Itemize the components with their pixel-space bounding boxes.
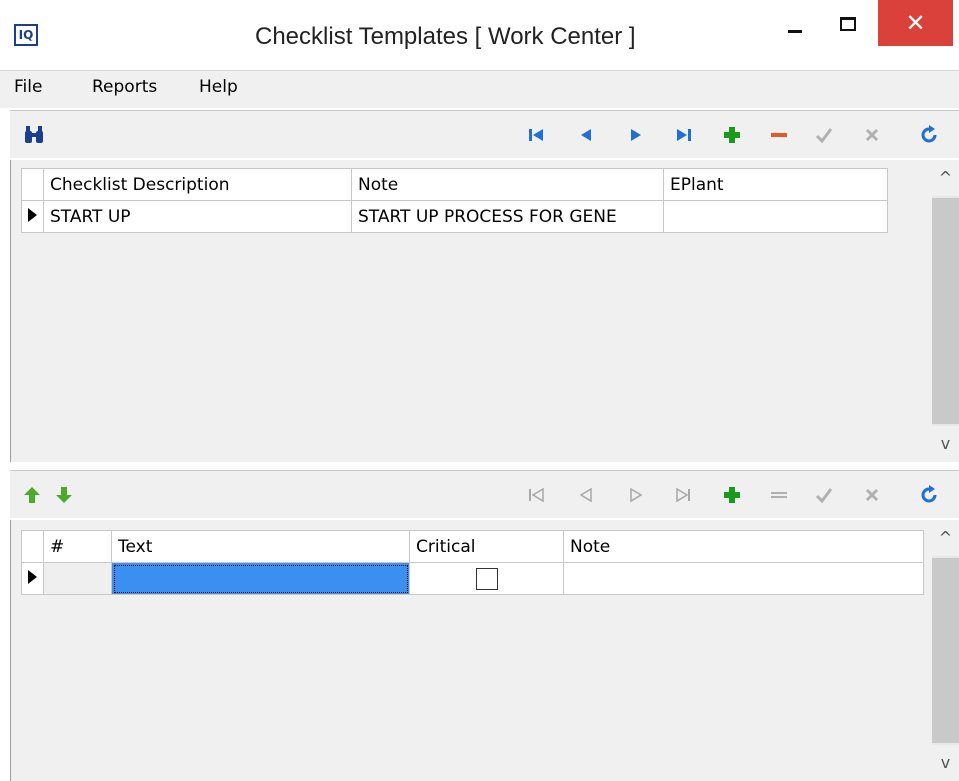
scroll-down-icon[interactable]: v xyxy=(932,745,959,781)
col-header-note[interactable]: Note xyxy=(563,530,924,563)
menu-reports[interactable]: Reports xyxy=(92,77,157,97)
refresh-icon[interactable] xyxy=(915,121,943,149)
last-record-icon xyxy=(670,481,698,509)
refresh-icon[interactable] xyxy=(915,481,943,509)
window-title: Checklist Templates [ Work Center ] xyxy=(255,23,636,50)
delete-icon xyxy=(765,481,793,509)
detail-grid-pane: # Text Critical Note ^ v xyxy=(10,520,959,781)
checklist-toolbar xyxy=(10,110,959,158)
cell-text-selected[interactable] xyxy=(111,562,410,595)
table-row[interactable] xyxy=(21,562,924,595)
col-header-description[interactable]: Checklist Description xyxy=(43,168,352,201)
current-row-indicator xyxy=(21,200,44,233)
critical-checkbox[interactable] xyxy=(475,567,498,590)
insert-icon[interactable] xyxy=(718,481,746,509)
cancel-icon xyxy=(858,121,886,149)
scroll-track[interactable] xyxy=(932,558,959,743)
title-bar: IQ Checklist Templates [ Work Center ] ✕ xyxy=(0,0,959,70)
col-header-critical[interactable]: Critical xyxy=(409,530,564,563)
col-header-text[interactable]: Text xyxy=(111,530,410,563)
post-icon xyxy=(810,121,838,149)
close-button[interactable]: ✕ xyxy=(878,0,953,46)
grid-header-row: # Text Critical Note xyxy=(21,530,924,563)
minimize-icon[interactable] xyxy=(788,30,802,33)
cell-number xyxy=(43,562,112,595)
menu-file[interactable]: File xyxy=(14,77,42,97)
grid-header-row: Checklist Description Note EPlant xyxy=(21,168,888,201)
cell-critical[interactable] xyxy=(409,562,564,595)
binoculars-icon[interactable] xyxy=(20,121,48,149)
move-up-icon[interactable] xyxy=(18,481,46,509)
scroll-track[interactable] xyxy=(932,198,959,424)
app-logo-icon: IQ xyxy=(14,24,38,46)
row-pointer-icon xyxy=(28,207,37,222)
current-row-indicator xyxy=(21,562,44,595)
next-record-icon[interactable] xyxy=(622,121,650,149)
prior-record-icon xyxy=(572,481,600,509)
delete-icon[interactable] xyxy=(765,121,793,149)
detail-grid: # Text Critical Note xyxy=(21,530,924,595)
table-row[interactable]: START UP START UP PROCESS FOR GENE xyxy=(21,200,888,233)
last-record-icon[interactable] xyxy=(670,121,698,149)
first-record-icon xyxy=(522,481,550,509)
scroll-down-icon[interactable]: v xyxy=(932,426,959,462)
row-indicator-header xyxy=(21,168,44,201)
scroll-up-icon[interactable]: ^ xyxy=(932,520,959,556)
col-header-eplant[interactable]: EPlant xyxy=(663,168,888,201)
checklist-vertical-scrollbar[interactable]: ^ v xyxy=(932,160,959,462)
prior-record-icon[interactable] xyxy=(572,121,600,149)
detail-toolbar xyxy=(10,470,959,518)
maximize-icon[interactable] xyxy=(840,17,856,31)
checklist-grid: Checklist Description Note EPlant START … xyxy=(21,168,888,233)
menu-help[interactable]: Help xyxy=(199,77,238,97)
cell-eplant[interactable] xyxy=(663,200,888,233)
row-indicator-header xyxy=(21,530,44,563)
menu-bar: File Reports Help xyxy=(0,70,959,108)
close-icon: ✕ xyxy=(905,9,926,37)
insert-icon[interactable] xyxy=(718,121,746,149)
col-header-note[interactable]: Note xyxy=(351,168,664,201)
cell-note[interactable]: START UP PROCESS FOR GENE xyxy=(351,200,664,233)
post-icon xyxy=(810,481,838,509)
row-pointer-icon xyxy=(28,569,37,584)
cancel-icon xyxy=(858,481,886,509)
first-record-icon[interactable] xyxy=(522,121,550,149)
move-down-icon[interactable] xyxy=(50,481,78,509)
cell-note[interactable] xyxy=(563,562,924,595)
cell-description[interactable]: START UP xyxy=(43,200,352,233)
scroll-up-icon[interactable]: ^ xyxy=(932,160,959,196)
checklist-grid-pane: Checklist Description Note EPlant START … xyxy=(10,160,959,462)
col-header-number[interactable]: # xyxy=(43,530,112,563)
next-record-icon xyxy=(622,481,650,509)
detail-vertical-scrollbar[interactable]: ^ v xyxy=(932,520,959,781)
